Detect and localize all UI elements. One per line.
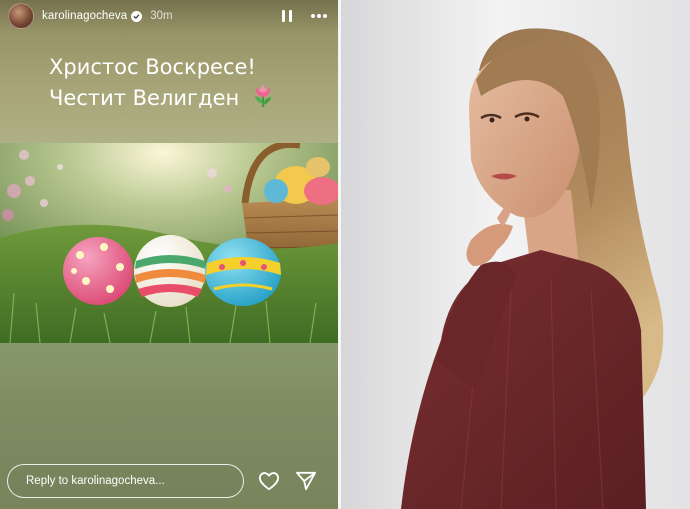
reply-input[interactable]: Reply to karolinagocheva...	[7, 464, 244, 498]
story-panel: karolinagocheva 30m Христос Воскресе! Че…	[0, 0, 338, 509]
share-button[interactable]	[294, 469, 318, 493]
story-header: karolinagocheva 30m	[0, 0, 338, 32]
like-button[interactable]	[257, 469, 281, 493]
pause-button[interactable]	[276, 5, 298, 27]
more-options-button[interactable]	[308, 5, 330, 27]
heart-icon	[258, 472, 279, 491]
more-icon	[311, 14, 327, 18]
tulip-emoji-icon	[252, 82, 274, 116]
greeting-line-2: Честит Велигден	[49, 86, 240, 110]
pause-icon	[282, 10, 292, 22]
greeting-line-1: Христос Воскресе!	[49, 55, 256, 79]
story-timestamp: 30m	[150, 10, 173, 22]
verified-badge-icon	[131, 10, 143, 22]
story-greeting: Христос Воскресе! Честит Велигден	[49, 52, 274, 116]
avatar[interactable]	[8, 3, 34, 29]
story-username[interactable]: karolinagocheva	[42, 10, 127, 22]
send-icon	[295, 471, 316, 491]
easter-eggs-image	[0, 143, 338, 343]
portrait-photo	[341, 0, 690, 509]
